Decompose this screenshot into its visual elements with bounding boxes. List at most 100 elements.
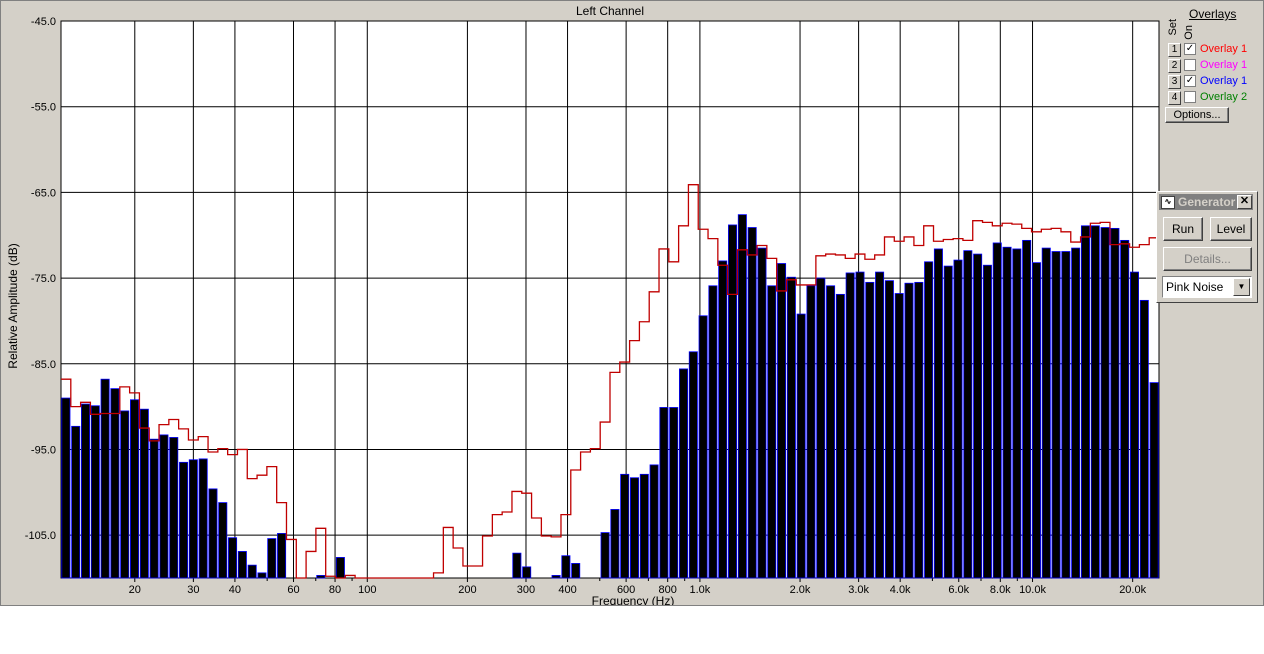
spectrum-bar	[679, 368, 689, 579]
y-tick-label: -65.0	[31, 187, 56, 199]
x-tick-label: 30	[187, 584, 199, 596]
spectrum-bar	[1090, 225, 1100, 579]
spectrum-bar	[267, 538, 277, 579]
overlay-label: Overlay 1	[1200, 43, 1248, 55]
spectrum-bar	[522, 566, 532, 579]
spectrum-bar	[120, 410, 130, 579]
waveform-icon: ∿	[1161, 196, 1175, 209]
spectrum-bar	[767, 285, 777, 579]
spectrum-bar	[159, 434, 169, 579]
x-tick-label: 4.0k	[890, 584, 911, 596]
level-button[interactable]: Level	[1210, 217, 1252, 241]
spectrum-bar	[1041, 247, 1051, 579]
spectrum-bar	[237, 551, 247, 579]
options-button[interactable]: Options...	[1165, 107, 1229, 123]
spectrum-bar	[551, 575, 561, 579]
spectrum-bar	[512, 552, 522, 579]
spectrum-bar	[1139, 299, 1149, 579]
spectrum-bar	[198, 458, 208, 579]
overlays-panel: Overlays Set On 1 ✓ Overlay 1 2 Overlay 1 3 ✓ O…	[1161, 5, 1261, 127]
spectrum-bar	[982, 264, 992, 579]
spectrum-bar	[796, 313, 806, 579]
spectrum-bar	[179, 461, 189, 579]
spectrum-bar	[257, 572, 267, 579]
spectrum-bar	[816, 277, 826, 579]
overlay-on-checkbox[interactable]	[1184, 91, 1196, 103]
x-tick-label: 3.0k	[848, 584, 869, 596]
spectrum-bar	[110, 388, 120, 579]
y-tick-label: -45.0	[31, 16, 56, 28]
spectrum-bar	[600, 532, 610, 579]
spectrum-bar	[933, 248, 943, 579]
overlay-label: Overlay 1	[1200, 59, 1248, 71]
on-column-header: On	[1183, 25, 1195, 40]
spectrum-bar	[1071, 247, 1081, 579]
generator-titlebar[interactable]: ∿ Generator ✕	[1159, 194, 1253, 210]
signal-select[interactable]: Pink Noise ▼	[1162, 276, 1252, 298]
signal-select-value: Pink Noise	[1166, 280, 1224, 294]
x-tick-label: 400	[558, 584, 576, 596]
spectrum-bar	[81, 403, 91, 579]
spectrum-bar	[1129, 271, 1139, 579]
spectrum-bar	[914, 281, 924, 579]
overlay-on-checkbox[interactable]: ✓	[1184, 75, 1196, 87]
spectrum-bar	[130, 399, 140, 579]
analyzer-window: Left Channel -45.0 -55.0 -65.0 -75.0 -85.0 -9…	[0, 0, 1264, 606]
spectrum-bar	[228, 537, 238, 579]
y-tick-label: -95.0	[31, 444, 56, 456]
x-tick-label: 20	[129, 584, 141, 596]
x-tick-label: 60	[287, 584, 299, 596]
spectrum-bar	[757, 247, 767, 579]
y-tick-label: -55.0	[31, 102, 56, 114]
overlay-label: Overlay 1	[1200, 75, 1248, 87]
overlay-set-button[interactable]: 1	[1168, 43, 1181, 57]
x-tick-label: 80	[329, 584, 341, 596]
chevron-down-icon[interactable]: ▼	[1233, 278, 1250, 296]
spectrum-bar	[610, 509, 620, 579]
overlay-on-checkbox[interactable]	[1184, 59, 1196, 71]
spectrum-bar	[630, 477, 640, 579]
spectrum-bar	[208, 488, 218, 579]
spectrum-bar	[71, 425, 81, 579]
x-tick-label: 40	[229, 584, 241, 596]
overlay-on-checkbox[interactable]: ✓	[1184, 43, 1196, 55]
spectrum-bar	[247, 564, 257, 579]
spectrum-bar	[884, 280, 894, 579]
x-tick-label: 2.0k	[790, 584, 811, 596]
spectrum-bar	[708, 285, 718, 579]
spectrum-bar	[904, 282, 914, 579]
spectrum-bar	[845, 272, 855, 579]
spectrum-bar	[1012, 248, 1022, 579]
overlay-set-button[interactable]: 4	[1168, 91, 1181, 105]
spectrum-bar	[698, 315, 708, 579]
spectrum-bar	[1002, 246, 1012, 579]
spectrum-bar	[1110, 227, 1120, 579]
overlay-set-button[interactable]: 3	[1168, 75, 1181, 89]
run-button[interactable]: Run	[1163, 217, 1203, 241]
y-tick-label: -85.0	[31, 359, 56, 371]
overlays-title[interactable]: Overlays	[1189, 7, 1236, 21]
chart-title: Left Channel	[576, 4, 644, 18]
spectrum-bar	[139, 408, 149, 579]
details-button[interactable]: Details...	[1163, 247, 1252, 271]
spectrum-bar	[688, 351, 698, 579]
spectrum-bar	[1031, 262, 1041, 579]
spectrum-bar	[943, 265, 953, 579]
spectrum-bar	[316, 575, 326, 579]
spectrum-bar	[1051, 251, 1061, 579]
generator-title: Generator	[1178, 195, 1236, 209]
x-tick-label: 200	[458, 584, 476, 596]
spectrum-bar	[149, 438, 159, 579]
spectrum-bar	[1080, 225, 1090, 579]
spectrum-bar	[777, 263, 787, 579]
spectrum-bar	[669, 407, 679, 579]
overlay-row: 2 Overlay 1	[1168, 59, 1263, 74]
close-icon[interactable]: ✕	[1237, 195, 1252, 209]
spectrum-bar	[1149, 382, 1159, 579]
spectrum-bar	[728, 224, 738, 579]
overlay-set-button[interactable]: 2	[1168, 59, 1181, 73]
x-tick-label: 100	[358, 584, 376, 596]
overlay-label: Overlay 2	[1200, 91, 1248, 103]
spectrum-bar	[277, 533, 287, 579]
spectrum-bar	[747, 227, 757, 579]
